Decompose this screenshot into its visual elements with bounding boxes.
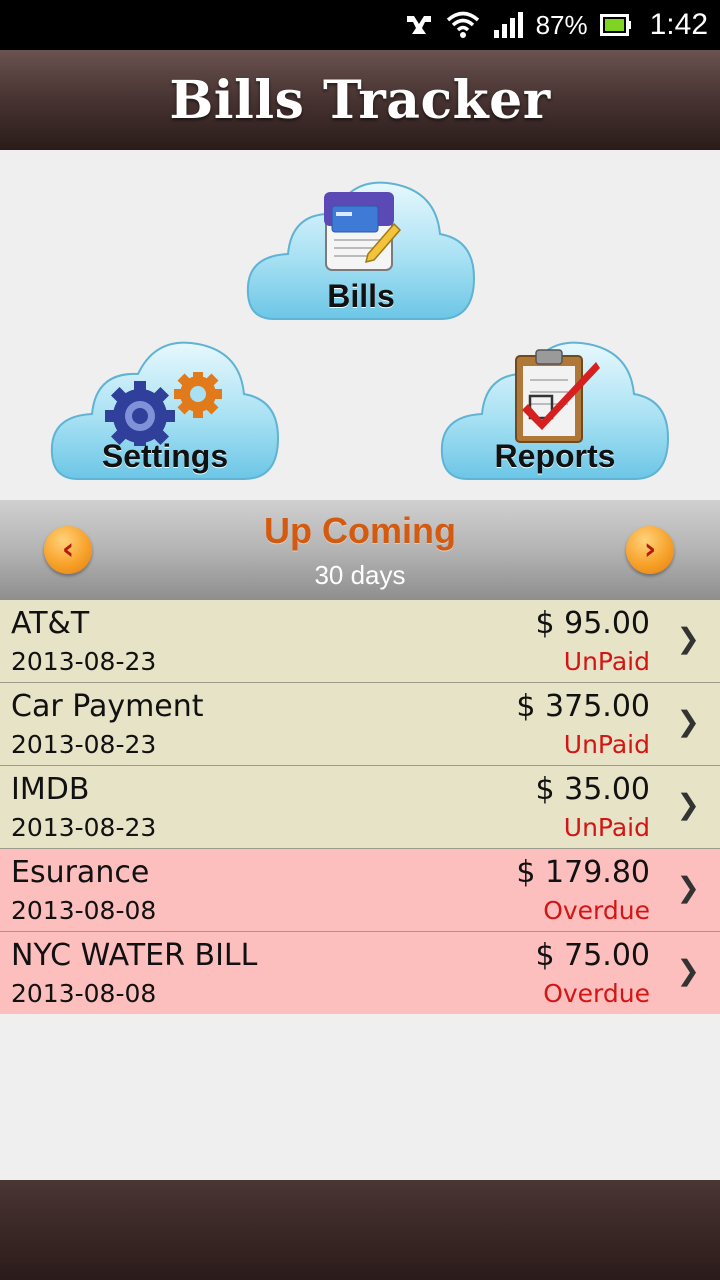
reports-label: Reports <box>494 438 616 474</box>
bill-date: 2013-08-23 <box>11 647 157 676</box>
bill-amount: $ 375.00 <box>516 689 650 724</box>
reports-button[interactable]: Reports <box>438 334 672 484</box>
bill-amount: $ 95.00 <box>535 606 650 641</box>
upcoming-title: Up Coming <box>264 510 456 551</box>
bottom-bar <box>0 1180 720 1280</box>
bill-list: AT&T $ 95.00 2013-08-23 UnPaid ❯ Car Pay… <box>0 600 720 1014</box>
bills-label: Bills <box>327 278 395 314</box>
bill-row[interactable]: Car Payment $ 375.00 2013-08-23 UnPaid ❯ <box>0 683 720 766</box>
next-period-button[interactable]: › <box>626 526 674 574</box>
bill-name: IMDB <box>11 772 90 807</box>
bill-status: Overdue <box>543 896 650 925</box>
gears-icon <box>105 372 222 446</box>
bill-amount: $ 35.00 <box>535 772 650 807</box>
bill-row[interactable]: NYC WATER BILL $ 75.00 2013-08-08 Overdu… <box>0 932 720 1014</box>
chevron-right-icon: ❯ <box>676 954 700 987</box>
bill-status: UnPaid <box>563 647 650 676</box>
title-bar: Bills Tracker <box>0 50 720 150</box>
settings-label: Settings <box>101 438 229 474</box>
bill-date: 2013-08-08 <box>11 896 157 925</box>
bill-status: Overdue <box>543 979 650 1008</box>
chevron-right-icon: ❯ <box>676 622 700 655</box>
bill-row[interactable]: IMDB $ 35.00 2013-08-23 UnPaid ❯ <box>0 766 720 849</box>
bill-document-icon <box>324 192 402 271</box>
bill-date: 2013-08-08 <box>11 979 157 1008</box>
battery-percent: 87% <box>535 9 588 40</box>
bill-amount: $ 75.00 <box>535 938 650 973</box>
battery-icon <box>599 14 631 36</box>
bill-date: 2013-08-23 <box>11 813 157 842</box>
chevron-right-icon: ❯ <box>676 788 700 821</box>
bill-amount: $ 179.80 <box>516 855 650 890</box>
bill-name: NYC WATER BILL <box>11 938 258 973</box>
chevron-right-icon: ❯ <box>676 871 700 904</box>
status-bar: 87% 1:42 <box>0 0 720 50</box>
upcoming-header: ‹ Up Coming 30 days › <box>0 500 720 600</box>
bill-name: AT&T <box>11 606 90 641</box>
chevron-right-icon: ❯ <box>676 705 700 738</box>
clipboard-checkmark-icon <box>515 349 600 443</box>
bill-row[interactable]: AT&T $ 95.00 2013-08-23 UnPaid ❯ <box>0 600 720 683</box>
bill-status: UnPaid <box>563 813 650 842</box>
bill-row[interactable]: Esurance $ 179.80 2013-08-08 Overdue ❯ <box>0 849 720 932</box>
signal-icon <box>493 12 523 38</box>
chevron-right-icon: › <box>643 532 657 567</box>
usb-icon <box>406 16 431 34</box>
bills-button[interactable]: Bills <box>244 174 478 324</box>
bill-date: 2013-08-23 <box>11 730 157 759</box>
upcoming-range: 30 days <box>314 560 406 590</box>
settings-button[interactable]: Settings <box>48 334 282 484</box>
clock: 1:42 <box>649 8 708 41</box>
bill-name: Car Payment <box>11 689 204 724</box>
bill-name: Esurance <box>11 855 150 890</box>
app-title: Bills Tracker <box>169 69 551 131</box>
bill-status: UnPaid <box>563 730 650 759</box>
wifi-icon <box>446 11 479 38</box>
